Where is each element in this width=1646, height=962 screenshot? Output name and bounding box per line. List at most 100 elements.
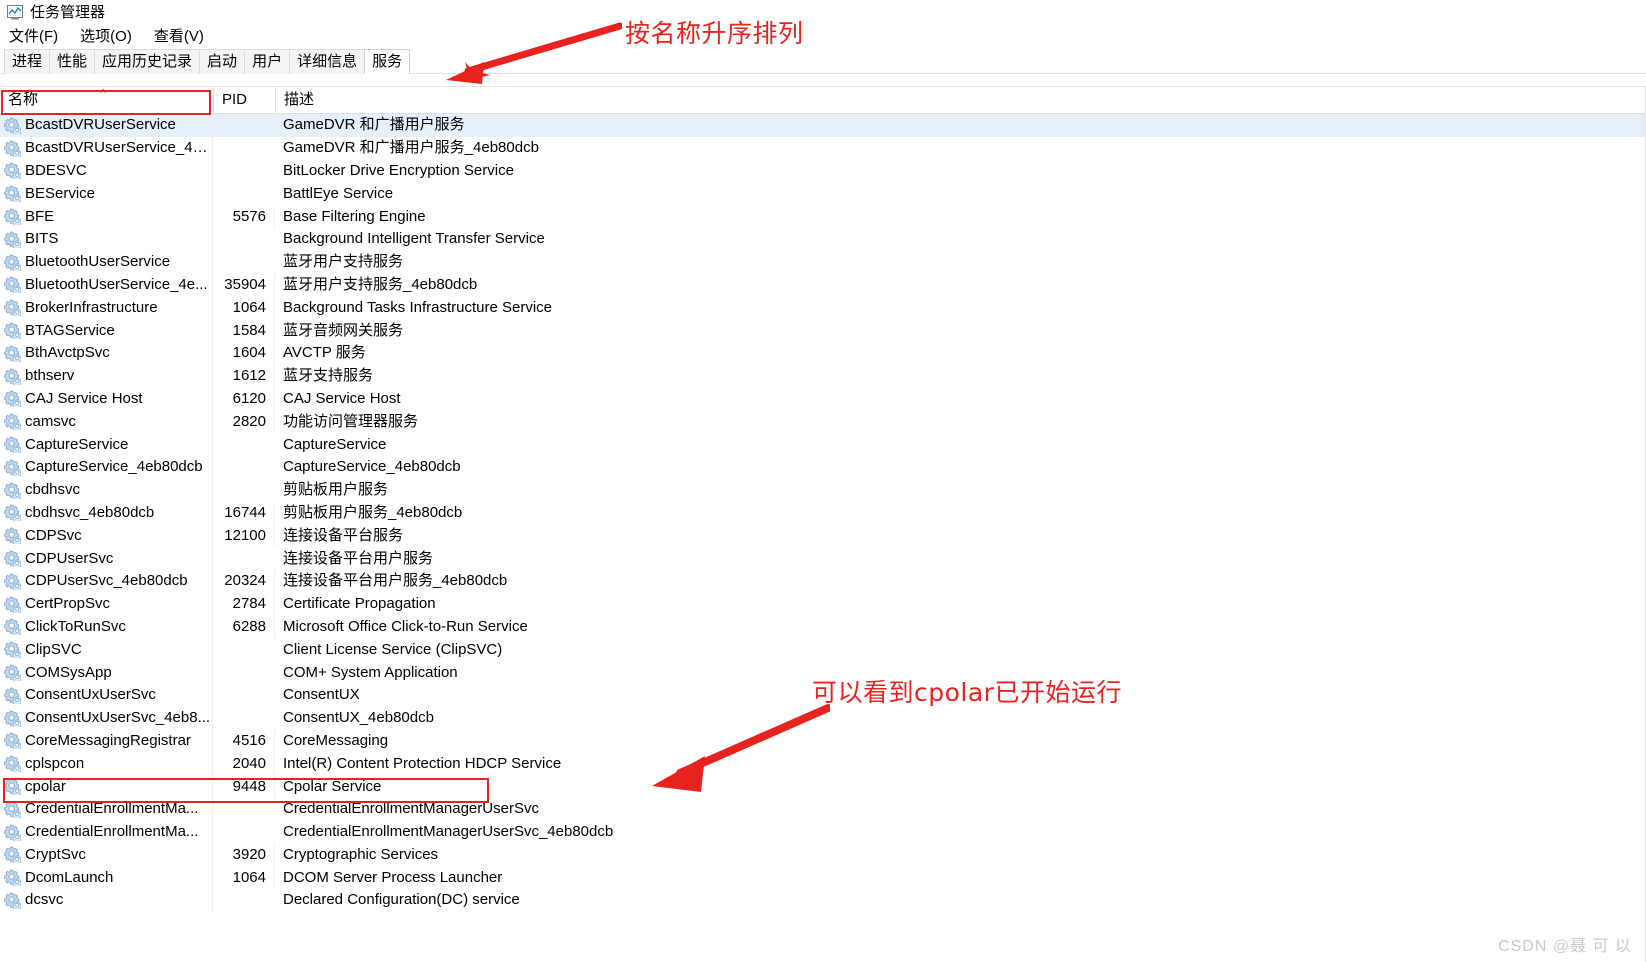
table-row[interactable]: ClickToRunSvc 6288 Microsoft Office Click-… — [0, 615, 1646, 639]
cell-description: 连接设备平台服务 — [283, 526, 404, 544]
cell-description: Certificate Propagation — [283, 595, 436, 613]
cell-pid: 9448 — [213, 775, 275, 798]
tab-users[interactable]: 用户 — [244, 49, 291, 74]
tab-details[interactable]: 详细信息 — [289, 49, 366, 74]
table-row[interactable]: BcastDVRUserService GameDVR 和广播用户服务 — [0, 114, 1646, 137]
cell-service-name: BFE — [0, 205, 213, 228]
table-row[interactable]: CDPSvc 12100 连接设备平台服务 — [0, 524, 1646, 547]
table-row[interactable]: BFE 5576 Base Filtering Engine — [0, 205, 1646, 228]
tab-startup[interactable]: 启动 — [199, 49, 246, 74]
table-row[interactable]: dcsvc Declared Configuration(DC) service — [0, 889, 1646, 912]
column-header-pid[interactable]: PID — [213, 87, 275, 113]
service-name-label: cpolar — [25, 777, 66, 795]
service-gear-icon — [4, 596, 25, 613]
service-name-label: CertPropSvc — [25, 595, 111, 613]
table-row[interactable]: CAJ Service Host 6120 CAJ Service Host — [0, 387, 1646, 411]
cell-service-name: cplspcon — [0, 752, 213, 775]
cell-service-name: bthserv — [0, 365, 213, 388]
service-name-label: BrokerInfrastructure — [25, 298, 158, 316]
table-row[interactable]: BITS Background Intelligent Transfer Serv… — [0, 228, 1646, 251]
table-row[interactable]: cbdhsvc 剪贴板用户服务 — [0, 479, 1646, 502]
table-row[interactable]: cbdhsvc_4eb80dcb 16744 剪贴板用户服务_4eb80dcb — [0, 501, 1646, 525]
table-row[interactable]: CDPUserSvc_4eb80dcb 20324 连接设备平台用户服务_4eb80… — [0, 570, 1646, 593]
service-name-label: DcomLaunch — [25, 868, 114, 886]
menu-bar: 文件(F) 选项(O) 查看(V) — [0, 22, 1646, 48]
service-name-label: CDPSvc — [25, 526, 82, 544]
service-gear-icon — [4, 140, 25, 157]
service-name-label: cplspcon — [25, 754, 85, 772]
service-gear-icon — [4, 185, 25, 203]
cell-pid: 2040 — [213, 752, 275, 775]
cell-pid: 1604 — [213, 342, 275, 365]
tab-services[interactable]: 服务 — [364, 49, 411, 74]
service-name-label: BDESVC — [25, 161, 87, 179]
cell-service-name: CAJ Service Host — [0, 387, 213, 410]
table-row[interactable]: bthserv 1612 蓝牙支持服务 — [0, 365, 1646, 388]
cell-description: CredentialEnrollmentManagerUserSvc — [283, 800, 539, 818]
menu-file[interactable]: 文件(F) — [7, 24, 60, 47]
tab-processes[interactable]: 进程 — [4, 49, 51, 74]
service-gear-icon — [4, 664, 25, 682]
tab-app-history[interactable]: 应用历史记录 — [94, 49, 201, 74]
cell-service-name: BITS — [0, 228, 213, 251]
service-gear-icon — [4, 641, 25, 659]
cell-pid: 16744 — [213, 501, 275, 524]
service-gear-icon — [4, 687, 25, 704]
cell-pid: 6288 — [213, 615, 275, 638]
table-row[interactable]: BEService BattlEye Service — [0, 182, 1646, 205]
table-row[interactable]: BcastDVRUserService_4e... GameDVR 和广播用户服务… — [0, 137, 1646, 160]
cell-service-name: dcsvc — [0, 889, 213, 912]
tab-performance[interactable]: 性能 — [49, 49, 96, 74]
service-name-label: BEService — [25, 184, 96, 202]
cell-pid: 6120 — [213, 387, 275, 410]
table-row[interactable]: BluetoothUserService 蓝牙用户支持服务 — [0, 251, 1646, 274]
cell-description: 蓝牙支持服务 — [283, 367, 374, 385]
table-row[interactable]: BDESVC BitLocker Drive Encryption Service — [0, 159, 1646, 183]
annotation-cpolar-text: 可以看到cpolar已开始运行 — [812, 678, 1122, 707]
table-row[interactable]: CaptureService CaptureService — [0, 433, 1646, 456]
table-row[interactable]: camsvc 2820 功能访问管理器服务 — [0, 410, 1646, 433]
service-gear-icon — [4, 504, 25, 522]
table-row[interactable]: BrokerInfrastructure 1064 Background Tasks… — [0, 296, 1646, 319]
table-row[interactable]: CaptureService_4eb80dcb CaptureService_4e… — [0, 456, 1646, 479]
menu-view[interactable]: 查看(V) — [152, 24, 206, 47]
cell-description: Background Tasks Infrastructure Service — [283, 298, 553, 316]
table-row[interactable]: CredentialEnrollmentMa... CredentialEnrol… — [0, 821, 1646, 844]
service-name-label: bthserv — [25, 367, 75, 385]
service-name-label: cbdhsvc — [25, 481, 81, 499]
table-row[interactable]: ClipSVC Client License Service (ClipSVC) — [0, 638, 1646, 661]
table-row[interactable]: CDPUserSvc 连接设备平台用户服务 — [0, 547, 1646, 570]
cell-description: GameDVR 和广播用户服务_4eb80dcb — [283, 139, 539, 157]
service-name-label: ClickToRunSvc — [25, 617, 126, 635]
cell-pid: 3920 — [213, 843, 275, 866]
service-gear-icon — [4, 482, 25, 499]
service-gear-icon — [4, 413, 25, 431]
service-gear-icon — [4, 345, 25, 362]
column-header-name[interactable]: 名称 ^ — [0, 87, 213, 113]
annotation-sort-text: 按名称升序排列 — [625, 19, 804, 48]
cell-description: Microsoft Office Click-to-Run Service — [283, 617, 528, 635]
menu-options[interactable]: 选项(O) — [78, 24, 134, 47]
service-name-label: BluetoothUserService_4e... — [25, 275, 208, 293]
table-row[interactable]: BthAvctpSvc 1604 AVCTP 服务 — [0, 342, 1646, 365]
table-row[interactable]: DcomLaunch 1064 DCOM Server Process Launch… — [0, 866, 1646, 889]
annotation-cpolar-arrow-left-icon — [652, 704, 830, 792]
table-row[interactable]: CertPropSvc 2784 Certificate Propagation — [0, 593, 1646, 616]
service-gear-icon — [4, 892, 25, 909]
table-row[interactable]: BTAGService 1584 蓝牙音频网关服务 — [0, 319, 1646, 342]
service-name-label: ClipSVC — [25, 640, 82, 658]
cell-description: 功能访问管理器服务 — [283, 412, 419, 430]
column-header-description[interactable]: 描述 — [275, 87, 1646, 113]
annotation-sort-arrow-left-icon — [446, 22, 622, 84]
cell-description: 蓝牙音频网关服务 — [283, 321, 404, 339]
cell-description: 剪贴板用户服务 — [283, 481, 389, 499]
table-row[interactable]: CryptSvc 3920 Cryptographic Services — [0, 843, 1646, 867]
service-name-label: CAJ Service Host — [25, 389, 143, 407]
table-row[interactable]: BluetoothUserService_4e... 35904 蓝牙用户支持服务_… — [0, 273, 1646, 297]
task-manager-icon — [7, 5, 23, 20]
service-name-label: camsvc — [25, 412, 76, 430]
cell-pid: 1584 — [213, 319, 275, 342]
service-gear-icon — [4, 573, 25, 590]
sort-ascending-icon: ^ — [100, 87, 106, 100]
title-bar: 任务管理器 — [0, 0, 1646, 22]
